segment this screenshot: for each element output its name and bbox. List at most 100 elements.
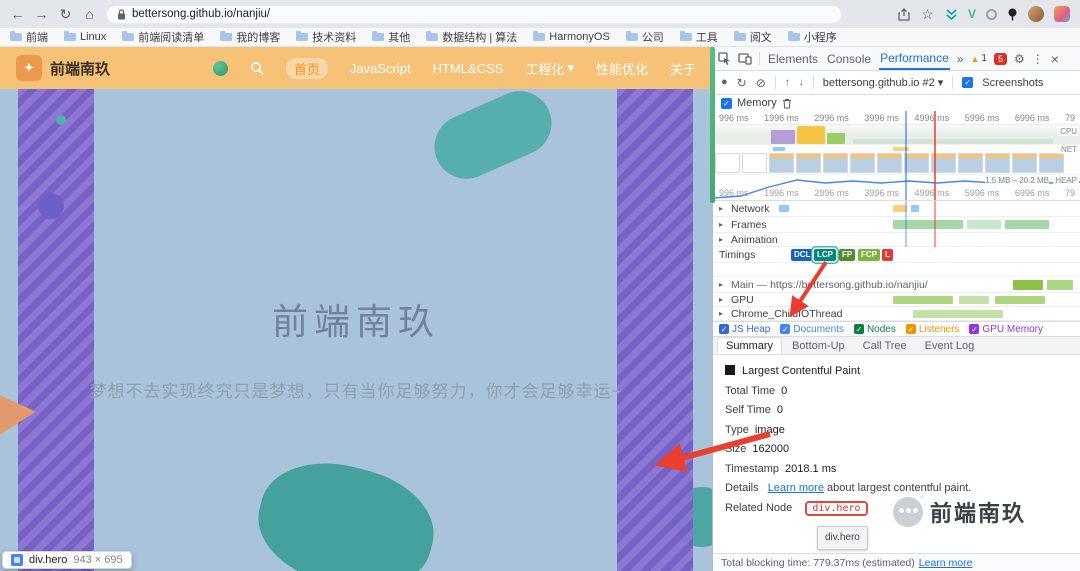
- reload-icon[interactable]: ↻: [58, 7, 73, 21]
- page-scrollbar[interactable]: [710, 47, 715, 203]
- badge-dcl[interactable]: DCL: [791, 249, 814, 261]
- errors-badge[interactable]: 5: [993, 52, 1007, 65]
- legend-documents[interactable]: ✓ Documents: [780, 324, 844, 335]
- collapse-icon[interactable]: ▸: [719, 204, 727, 213]
- close-devtools-icon[interactable]: ×: [1051, 52, 1059, 66]
- nav-item-javascript[interactable]: JavaScript: [350, 61, 411, 76]
- legend-gpu-memory[interactable]: ✓ GPU Memory: [969, 324, 1043, 335]
- collapse-icon[interactable]: ▸: [719, 309, 727, 318]
- search-icon[interactable]: [250, 61, 264, 75]
- settings-gear-icon[interactable]: ⚙: [1014, 53, 1025, 65]
- nav-item-about[interactable]: 关于: [670, 59, 696, 78]
- track-animation[interactable]: ▸ Animation: [713, 233, 1080, 247]
- warning-icon: ▲: [970, 53, 980, 64]
- site-logo-icon[interactable]: ✦: [16, 55, 42, 81]
- element-icon: [11, 554, 23, 566]
- badge-fp[interactable]: FP: [839, 249, 856, 261]
- hero-subtitle: 梦想不去实现终究只是梦想，只有当你足够努力，你才会足够幸运~: [89, 382, 623, 401]
- bookmark-item[interactable]: 公司: [625, 29, 664, 45]
- screenshots-checkbox[interactable]: ✓: [962, 77, 974, 88]
- record-icon[interactable]: ●: [721, 77, 728, 88]
- kebab-menu-icon[interactable]: ⋮: [1032, 53, 1044, 65]
- tab-bottom-up[interactable]: Bottom-Up: [784, 337, 853, 354]
- home-icon[interactable]: ⌂: [82, 7, 97, 21]
- nav-item-performance[interactable]: 性能优化: [596, 59, 648, 78]
- pin-extension-icon[interactable]: [1007, 8, 1018, 21]
- collapse-icon[interactable]: ▸: [719, 280, 727, 289]
- clear-icon[interactable]: ⊘: [756, 77, 766, 89]
- bookmark-item[interactable]: 工具: [679, 29, 718, 45]
- bookmark-item[interactable]: 其他: [372, 29, 410, 45]
- legend-nodes[interactable]: ✓ Nodes: [853, 324, 896, 335]
- url-text: bettersong.github.io/nanjiu/: [132, 8, 271, 20]
- back-icon[interactable]: ←: [10, 7, 25, 21]
- target-select[interactable]: bettersong.github.io #2 ▾: [823, 76, 943, 90]
- forward-icon[interactable]: →: [34, 7, 49, 21]
- track-list: ▸ Network ▸ Frames ▸ Animation Timings D…: [713, 201, 1080, 321]
- track-network[interactable]: ▸ Network: [713, 201, 1080, 217]
- timeline-ruler: 996 ms 1996 ms 2996 ms 3996 ms 4996 ms 5996 m…: [719, 112, 1075, 123]
- nav-item-htmlcss[interactable]: HTML&CSS: [433, 61, 504, 76]
- more-tabs-icon[interactable]: »: [957, 53, 964, 65]
- learn-more-link[interactable]: Learn more: [768, 482, 824, 494]
- bookmark-item[interactable]: 我的博客: [220, 29, 280, 45]
- reload-profile-icon[interactable]: ↻: [737, 77, 747, 89]
- element-dimensions: 943 × 695: [73, 554, 123, 566]
- track-gpu[interactable]: ▸ GPU: [713, 293, 1080, 307]
- profile-avatar[interactable]: [1028, 6, 1044, 22]
- tab-event-log[interactable]: Event Log: [917, 337, 983, 354]
- save-profile-icon[interactable]: ↓: [799, 77, 804, 88]
- bookmark-item[interactable]: 数据结构 | 算法: [426, 29, 517, 45]
- status-learn-more-link[interactable]: Learn more: [919, 557, 973, 569]
- related-node-link[interactable]: div.hero: [805, 500, 868, 516]
- extension-ring-icon[interactable]: [986, 8, 997, 20]
- badge-fcp[interactable]: FCP: [858, 249, 880, 261]
- track-io-thread[interactable]: ▸ Chrome_ChildIOThread: [713, 307, 1080, 321]
- site-logo-text[interactable]: 前端南玖: [50, 58, 110, 79]
- tab-console[interactable]: Console: [826, 49, 872, 69]
- collapse-icon[interactable]: ▸: [719, 235, 727, 244]
- legend-js-heap[interactable]: ✓ JS Heap: [719, 324, 770, 335]
- detail-tabs: Summary Bottom-Up Call Tree Event Log: [713, 337, 1080, 355]
- screenshot-filmstrip[interactable]: [713, 152, 1080, 174]
- track-frames[interactable]: ▸ Frames: [713, 217, 1080, 233]
- profile-avatar-alt[interactable]: [1054, 6, 1070, 22]
- screenshots-label: Screenshots: [982, 76, 1044, 89]
- tab-summary[interactable]: Summary: [717, 337, 783, 354]
- address-bar[interactable]: bettersong.github.io/nanjiu/: [106, 4, 842, 24]
- theme-toggle-icon[interactable]: [212, 60, 228, 76]
- devtools-tabbar: Elements Console Performance » ▲ 1 5 ⚙ ⋮ …: [713, 47, 1080, 71]
- collapse-chevrons-icon[interactable]: [945, 8, 958, 20]
- collapse-icon[interactable]: ▸: [719, 220, 727, 229]
- performance-overview[interactable]: 996 ms 1996 ms 2996 ms 3996 ms 4996 ms 5996 m…: [713, 111, 1080, 201]
- bookmark-item[interactable]: 阅文: [733, 29, 772, 45]
- bookmark-item[interactable]: 小程序: [787, 29, 837, 45]
- share-icon[interactable]: [898, 7, 910, 21]
- tab-elements[interactable]: Elements: [767, 49, 819, 69]
- load-profile-icon[interactable]: ↑: [785, 77, 790, 88]
- vue-devtools-icon[interactable]: V: [968, 7, 976, 21]
- inspect-icon[interactable]: [718, 52, 731, 65]
- bookmark-item[interactable]: 技术资料: [296, 29, 356, 45]
- warnings-badge[interactable]: ▲ 1: [970, 53, 986, 64]
- bookmark-item[interactable]: HarmonyOS: [533, 31, 610, 43]
- memory-checkbox[interactable]: ✓: [721, 97, 732, 109]
- bookmark-star-icon[interactable]: ☆: [920, 7, 935, 21]
- legend-listeners[interactable]: ✓ Listeners: [905, 324, 959, 335]
- counter-legend: ✓ JS Heap ✓ Documents ✓ Nodes ✓ Listeners ✓ G…: [713, 321, 1080, 337]
- tab-performance[interactable]: Performance: [879, 48, 950, 70]
- bookmark-item[interactable]: Linux: [64, 31, 106, 43]
- badge-lcp[interactable]: LCP: [814, 249, 836, 261]
- nav-item-engineering[interactable]: 工程化 ▾: [525, 59, 574, 78]
- timeline-ruler-2: 996 ms 1996 ms 2996 ms 3996 ms 4996 ms 5996 m…: [719, 188, 1075, 198]
- nav-item-home[interactable]: 首页: [285, 57, 328, 79]
- badge-l[interactable]: L: [882, 249, 893, 261]
- tab-call-tree[interactable]: Call Tree: [855, 337, 915, 354]
- trash-icon[interactable]: [782, 98, 792, 109]
- track-main[interactable]: ▸ Main — https://bettersong.github.io/na…: [713, 277, 1080, 293]
- bookmark-item[interactable]: 前端: [10, 29, 48, 45]
- bookmark-item[interactable]: 前端阅读清单: [122, 29, 204, 45]
- device-toolbar-icon[interactable]: [738, 52, 752, 65]
- collapse-icon[interactable]: ▸: [719, 295, 727, 304]
- track-timings[interactable]: Timings DCL LCP FP FCP L: [713, 247, 1080, 263]
